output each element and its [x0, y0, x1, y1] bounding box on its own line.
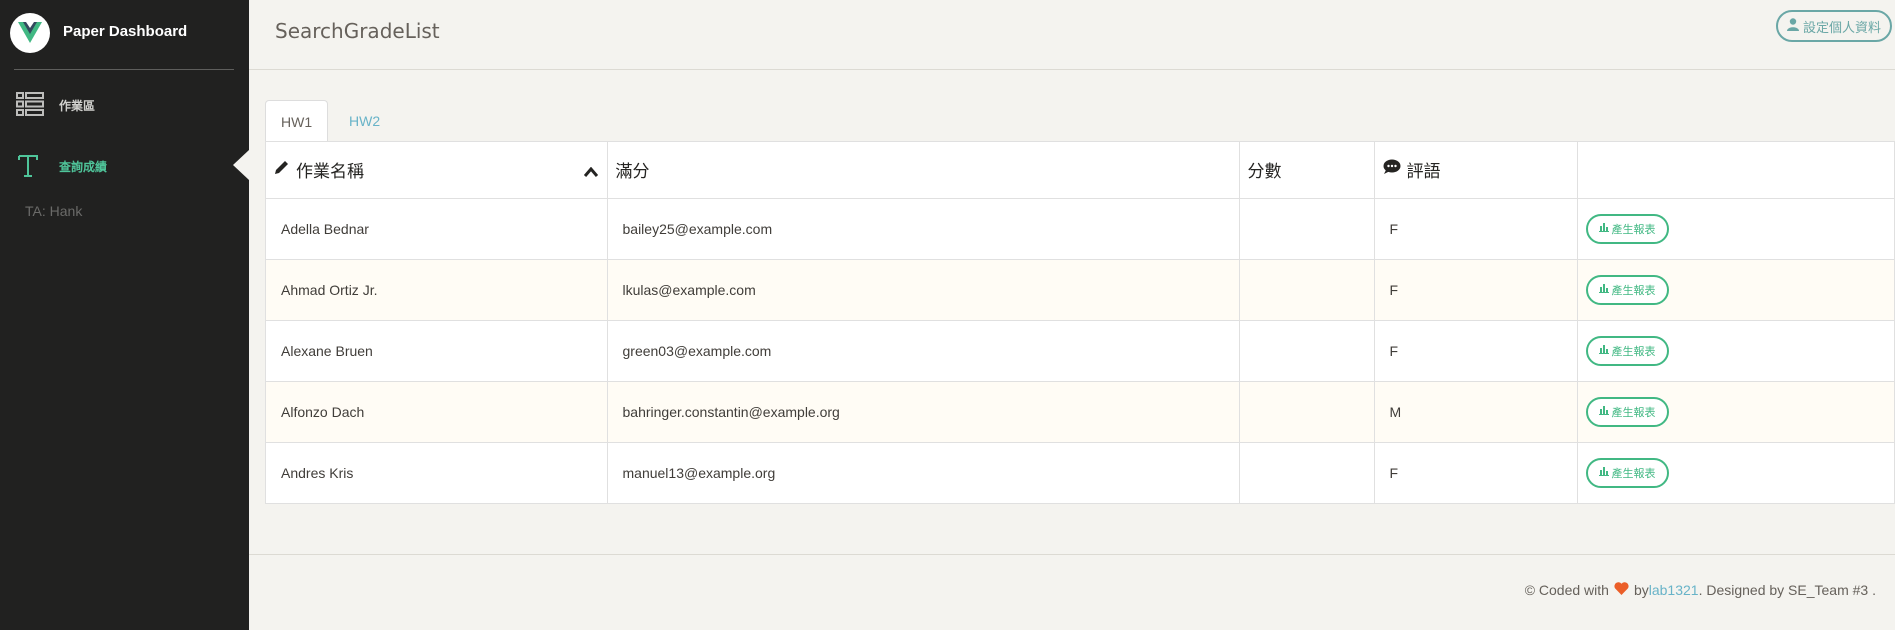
footer-by: by — [1633, 582, 1649, 598]
active-indicator — [233, 150, 249, 180]
footer-prefix: © Coded with — [1524, 582, 1609, 598]
bar-chart-icon — [1598, 222, 1609, 235]
actions-cell: 產生報表 — [1577, 259, 1894, 321]
table-header-row: 作業名稱 滿分 分數 評語 — [266, 142, 1894, 199]
sidebar-item-homework[interactable]: 作業區 — [0, 84, 249, 124]
student-comment: F — [1374, 198, 1578, 260]
sidebar-divider — [14, 69, 234, 70]
profile-settings-label: 設定個人資料 — [1802, 20, 1881, 36]
generate-report-label: 產生報表 — [1611, 222, 1656, 236]
user-icon — [1786, 17, 1799, 35]
page-title: SearchGradeList — [275, 19, 440, 43]
generate-report-label: 產生報表 — [1611, 466, 1656, 480]
student-name: Alfonzo Dach — [266, 381, 608, 443]
student-score — [1239, 381, 1375, 443]
comment-icon — [1383, 159, 1401, 180]
top-navbar: SearchGradeList 設定個人資料 — [249, 0, 1895, 70]
student-email: bahringer.constantin@example.org — [607, 381, 1240, 443]
student-comment: F — [1374, 320, 1578, 382]
student-email: lkulas@example.com — [607, 259, 1240, 321]
footer: © Coded with by lab1321. Designed by SE_… — [1525, 582, 1876, 598]
student-comment: F — [1374, 442, 1578, 503]
column-label: 滿分 — [615, 162, 650, 182]
sidebar-item-label: 作業區 — [59, 99, 96, 113]
profile-settings-button[interactable]: 設定個人資料 — [1775, 10, 1892, 42]
student-comment: M — [1374, 381, 1578, 443]
actions-cell: 產生報表 — [1577, 198, 1894, 260]
actions-cell: 產生報表 — [1577, 442, 1894, 503]
student-email: manuel13@example.org — [607, 442, 1240, 503]
column-label: 評語 — [1406, 162, 1441, 182]
generate-report-button[interactable]: 產生報表 — [1585, 274, 1669, 305]
tab-hw2[interactable]: HW2 — [334, 100, 395, 142]
bar-chart-icon — [1598, 466, 1609, 479]
table-row: Alexane Bruen green03@example.com F 產生報表 — [266, 320, 1894, 382]
table-row: Adella Bednar bailey25@example.com F 產生報… — [266, 198, 1894, 260]
table-row: Ahmad Ortiz Jr. lkulas@example.com F 產生報… — [266, 259, 1894, 321]
generate-report-button[interactable]: 產生報表 — [1585, 396, 1669, 427]
generate-report-button[interactable]: 產生報表 — [1585, 213, 1669, 244]
generate-report-label: 產生報表 — [1611, 283, 1656, 297]
sidebar-item-grades[interactable]: 查詢成績 — [0, 145, 249, 185]
student-name: Adella Bednar — [266, 198, 608, 260]
generate-report-button[interactable]: 產生報表 — [1585, 457, 1669, 488]
bar-chart-icon — [1598, 283, 1609, 296]
student-email: green03@example.com — [607, 320, 1240, 382]
student-comment: F — [1374, 259, 1578, 321]
text-t-icon — [16, 153, 40, 183]
bar-chart-icon — [1598, 344, 1609, 357]
vue-logo-icon — [10, 13, 50, 53]
author-link[interactable]: lab1321 — [1649, 582, 1699, 598]
sort-up-icon[interactable] — [583, 162, 598, 182]
footer-divider — [249, 554, 1895, 555]
column-label: 作業名稱 — [296, 162, 364, 182]
table-row: Andres Kris manuel13@example.org F 產生報表 — [266, 442, 1894, 503]
sidebar: Paper Dashboard 作業區 查詢成績 TA: Hank — [0, 0, 249, 630]
table-row: Alfonzo Dach bahringer.constantin@exampl… — [266, 381, 1894, 443]
column-header-full-score[interactable]: 滿分 — [607, 142, 1240, 199]
generate-report-label: 產生報表 — [1611, 405, 1656, 419]
column-header-comment[interactable]: 評語 — [1374, 142, 1578, 199]
column-header-assignment[interactable]: 作業名稱 — [266, 142, 608, 199]
sidebar-item-label: 查詢成績 — [59, 160, 108, 174]
brand-logo[interactable]: Paper Dashboard — [0, 0, 249, 69]
column-label: 分數 — [1247, 162, 1282, 182]
pencil-icon — [274, 159, 290, 180]
column-header-actions — [1577, 142, 1894, 199]
bar-chart-icon — [1598, 405, 1609, 418]
actions-cell: 產生報表 — [1577, 320, 1894, 382]
student-score — [1239, 198, 1375, 260]
ta-label: TA: Hank — [25, 203, 83, 219]
footer-suffix: . Designed by SE_Team #3 . — [1698, 582, 1876, 598]
student-name: Ahmad Ortiz Jr. — [266, 259, 608, 321]
student-name: Alexane Bruen — [266, 320, 608, 382]
tab-hw1[interactable]: HW1 — [265, 100, 329, 142]
student-name: Andres Kris — [266, 442, 608, 503]
generate-report-label: 產生報表 — [1611, 344, 1656, 358]
actions-cell: 產生報表 — [1577, 381, 1894, 443]
column-header-score[interactable]: 分數 — [1239, 142, 1375, 199]
heart-icon — [1614, 582, 1629, 598]
grade-table: 作業名稱 滿分 分數 評語 Adella Bednar bailey25@exa… — [265, 141, 1895, 504]
student-score — [1239, 442, 1375, 503]
student-email: bailey25@example.com — [607, 198, 1240, 260]
list-icon — [16, 92, 44, 120]
student-score — [1239, 259, 1375, 321]
brand-name: Paper Dashboard — [63, 23, 188, 40]
generate-report-button[interactable]: 產生報表 — [1585, 335, 1669, 366]
student-score — [1239, 320, 1375, 382]
